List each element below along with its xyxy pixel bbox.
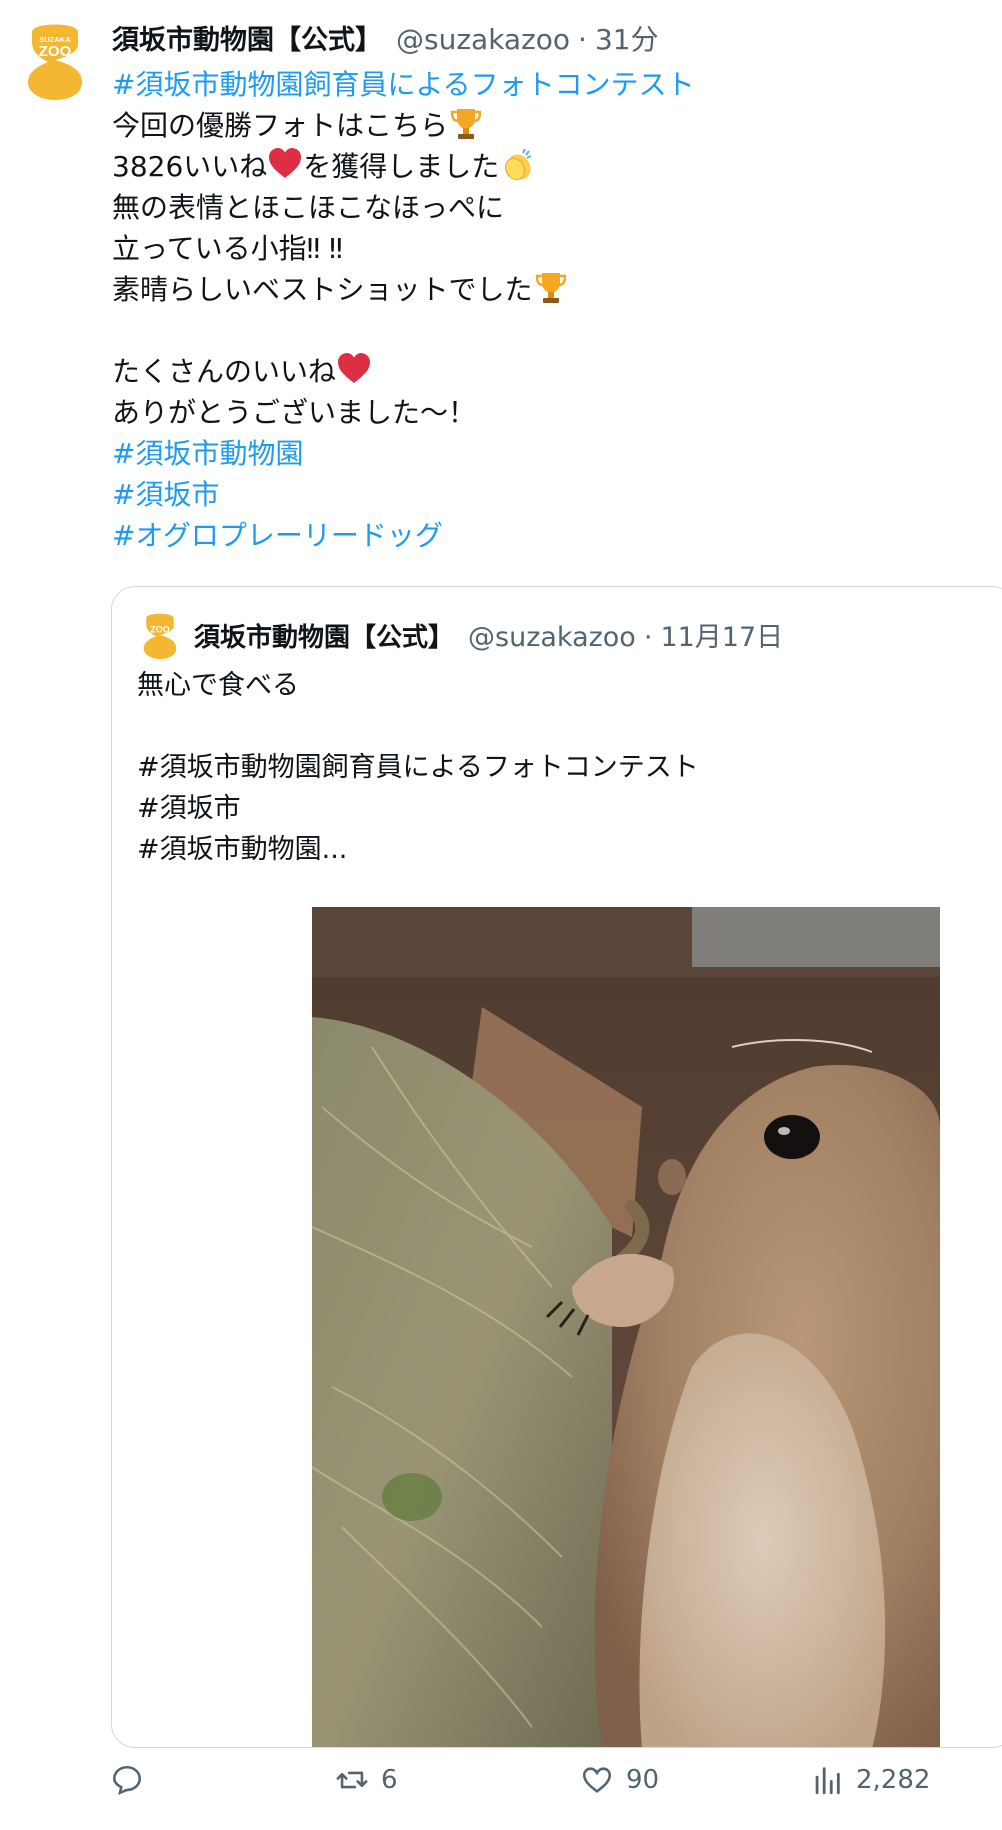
tweet-header: 須坂市動物園【公式】 @suzakazoo · 31分 (112, 18, 992, 64)
author-name[interactable]: 須坂市動物園【公式】 (112, 18, 382, 57)
text-segment: を獲得しました (303, 150, 500, 183)
quoted-text-line: #須坂市動物園飼育員によるフォトコンテスト (137, 752, 699, 783)
author-handle[interactable]: @suzakazoo (396, 23, 570, 56)
quoted-avatar-brand: ZOO (150, 625, 170, 635)
hashtag-photo-contest[interactable]: #須坂市動物園飼育員によるフォトコンテスト (112, 64, 992, 105)
separator-dot: · (643, 622, 653, 653)
text-segment: たくさんのいいね (112, 355, 337, 388)
quoted-text: 無心で食べる #須坂市動物園飼育員によるフォトコンテスト #須坂市 #須坂市動物… (137, 665, 699, 870)
quoted-avatar[interactable]: ZOO (140, 611, 180, 659)
text-segment: 3826いいね (112, 150, 268, 183)
hashtag-prairie-dog[interactable]: #オグロプレーリードッグ (112, 515, 992, 556)
quoted-tweet[interactable]: ZOO 須坂市動物園【公式】 @suzakazoo · 11月17日 無心で食べ… (111, 586, 1002, 1748)
quoted-text-line: #須坂市動物園... (137, 834, 348, 865)
tweet[interactable]: SUZAKA ZOO 須坂市動物園【公式】 @suzakazoo · 31分 #… (0, 0, 1002, 1830)
action-bar: 6 90 2,282 (0, 1763, 1002, 1813)
text-line: たくさんのいいね (112, 351, 992, 392)
views-count: 2,282 (856, 1765, 931, 1795)
text-line: 立っている小指‼︎ ‼︎ (112, 232, 343, 265)
retweet-count: 6 (381, 1765, 398, 1795)
views-chart-icon (815, 1767, 840, 1795)
reply-icon (112, 1765, 142, 1795)
trophy-icon (535, 273, 566, 303)
retweet-button[interactable]: 6 (335, 1763, 398, 1797)
quoted-text-line: 無心で食べる (137, 670, 299, 701)
quoted-text-line: #須坂市 (137, 793, 241, 824)
suzaka-zoo-avatar[interactable]: SUZAKA ZOO (22, 20, 88, 100)
text-segment: 素晴らしいベストショットでした (112, 273, 533, 306)
quoted-author-name[interactable]: 須坂市動物園【公式】 (194, 617, 454, 654)
text-segment: 今回の優勝フォトはこちら (112, 109, 449, 142)
like-count: 90 (626, 1765, 660, 1795)
text-line: 3826いいね を獲得しました (112, 146, 992, 187)
heart-icon (269, 148, 302, 178)
hashtag-suzaka-city[interactable]: #須坂市 (112, 474, 992, 515)
prairie-dog-photo[interactable] (312, 907, 940, 1748)
tweet-main: 須坂市動物園【公式】 @suzakazoo · 31分 #須坂市動物園飼育員によ… (112, 18, 992, 556)
hashtag-suzaka-zoo[interactable]: #須坂市動物園 (112, 433, 992, 474)
reply-button[interactable] (110, 1763, 156, 1797)
text-line: ありがとうございました〜！ (112, 396, 477, 429)
text-line: 素晴らしいベストショットでした (112, 269, 992, 310)
heart-icon (338, 353, 371, 383)
views-button[interactable]: 2,282 (810, 1763, 930, 1797)
tweet-time[interactable]: 31分 (595, 18, 659, 58)
clap-icon (505, 148, 532, 181)
tweet-text: #須坂市動物園飼育員によるフォトコンテスト 今回の優勝フォトはこちら 3826い… (112, 64, 992, 556)
text-line: 今回の優勝フォトはこちら (112, 105, 992, 146)
like-button[interactable]: 90 (580, 1763, 659, 1797)
quoted-header: 須坂市動物園【公式】 @suzakazoo · 11月17日 (194, 615, 783, 654)
separator-dot: · (578, 23, 587, 56)
quoted-author-handle[interactable]: @suzakazoo (468, 622, 636, 653)
quoted-time[interactable]: 11月17日 (660, 615, 783, 654)
text-line: 無の表情とほこほこなほっぺに (112, 191, 505, 224)
like-icon (582, 1767, 612, 1793)
avatar-brand-main: ZOO (39, 43, 72, 60)
trophy-icon (450, 109, 482, 139)
retweet-icon (336, 1771, 368, 1789)
